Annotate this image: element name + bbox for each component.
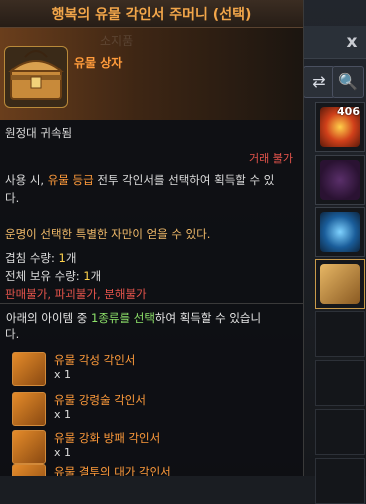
reward-name: 유물 강화 방패 각인서 [54, 431, 161, 445]
stack-label: 겹침 수량: [5, 251, 59, 265]
chest-icon [320, 264, 360, 304]
engraving-book-icon [12, 352, 46, 386]
crystal-icon [320, 212, 360, 252]
engraving-book-icon [12, 464, 46, 476]
reward-entry[interactable]: 유물 강령술 각인서 x 1 [12, 390, 302, 430]
inventory-slot-empty[interactable] [315, 458, 365, 504]
stack-unit: 개 [65, 251, 77, 265]
selection-highlight: 1종류를 선택 [91, 311, 155, 325]
restriction-sell: 판매불가 [5, 287, 48, 301]
usage-text: 전투 각인서를 선택하여 획득할 수 있 [93, 173, 275, 187]
usage-description: 사용 시, 유물 등급 전투 각인서를 선택하여 획득할 수 있 [5, 172, 274, 188]
chest-icon [4, 46, 68, 108]
stack-quantity: 겹침 수량: 1개 [5, 250, 76, 266]
inventory-slot-empty[interactable] [315, 409, 365, 455]
inventory-slot[interactable] [315, 155, 365, 205]
item-name: 유물 상자 [74, 56, 123, 70]
selection-instruction-end: 다. [5, 327, 20, 341]
trade-status: 거래 불가 [249, 152, 293, 165]
selection-instruction: 아래의 아이템 중 1종류를 선택하여 획득할 수 있습니 [6, 310, 261, 326]
reward-entry[interactable]: 유물 결투의 대가 각인서 [12, 462, 302, 476]
usage-grade: 유물 등급 [47, 173, 94, 187]
restriction-destroy: 파괴불가 [54, 287, 97, 301]
restriction-disassemble: 분해불가 [104, 287, 147, 301]
reward-quantity: x 1 [54, 368, 72, 381]
stack-value: 1 [58, 251, 66, 265]
engraving-book-icon [12, 430, 46, 464]
reward-name: 유물 결투의 대가 각인서 [54, 465, 171, 476]
total-quantity: 전체 보유 수량: 1개 [5, 268, 101, 284]
reward-name: 유물 강령술 각인서 [54, 393, 146, 407]
selection-text: 아래의 아이템 중 [6, 311, 92, 325]
usage-description-end: 다. [5, 191, 20, 205]
flavor-text: 운명이 선택한 특별한 자만이 얻을 수 있다. [5, 227, 211, 241]
total-label: 전체 보유 수량: [5, 269, 84, 283]
slot-count: 406 [337, 105, 360, 118]
binding-text: 원정대 귀속됨 [5, 126, 73, 140]
engraving-book-icon [12, 392, 46, 426]
usage-text: 사용 시, [5, 173, 48, 187]
reward-quantity: x 1 [54, 408, 72, 421]
reward-name: 유물 각성 각인서 [54, 353, 136, 367]
inventory-slot[interactable]: 406 [315, 102, 365, 152]
reward-entry[interactable]: 유물 각성 각인서 x 1 [12, 350, 302, 390]
rune-icon [320, 160, 360, 200]
reward-quantity: x 1 [54, 446, 72, 459]
divider [0, 303, 303, 304]
sort-icon[interactable]: ⇄ [303, 66, 335, 98]
inventory-slot-selected[interactable] [315, 259, 365, 309]
inventory-slot-empty[interactable] [315, 360, 365, 406]
item-tooltip: 행복의 유물 각인서 주머니 (선택) 소지품 유물 상자 원정대 귀속됨 거래… [0, 0, 304, 476]
tooltip-title: 행복의 유물 각인서 주머니 (선택) [51, 7, 252, 23]
ghost-tab-label: 소지품 [100, 34, 134, 48]
total-unit: 개 [90, 269, 102, 283]
selection-text: 하여 획득할 수 있습니 [154, 311, 262, 325]
close-icon[interactable]: x [342, 30, 362, 54]
inventory-slot[interactable] [315, 207, 365, 257]
tooltip-title-bar: 행복의 유물 각인서 주머니 (선택) [0, 0, 303, 28]
search-icon[interactable]: 🔍 [332, 66, 364, 98]
inventory-slot-empty[interactable] [315, 311, 365, 357]
total-value: 1 [83, 269, 91, 283]
restrictions: 판매불가, 파괴불가, 분해불가 [5, 287, 147, 301]
